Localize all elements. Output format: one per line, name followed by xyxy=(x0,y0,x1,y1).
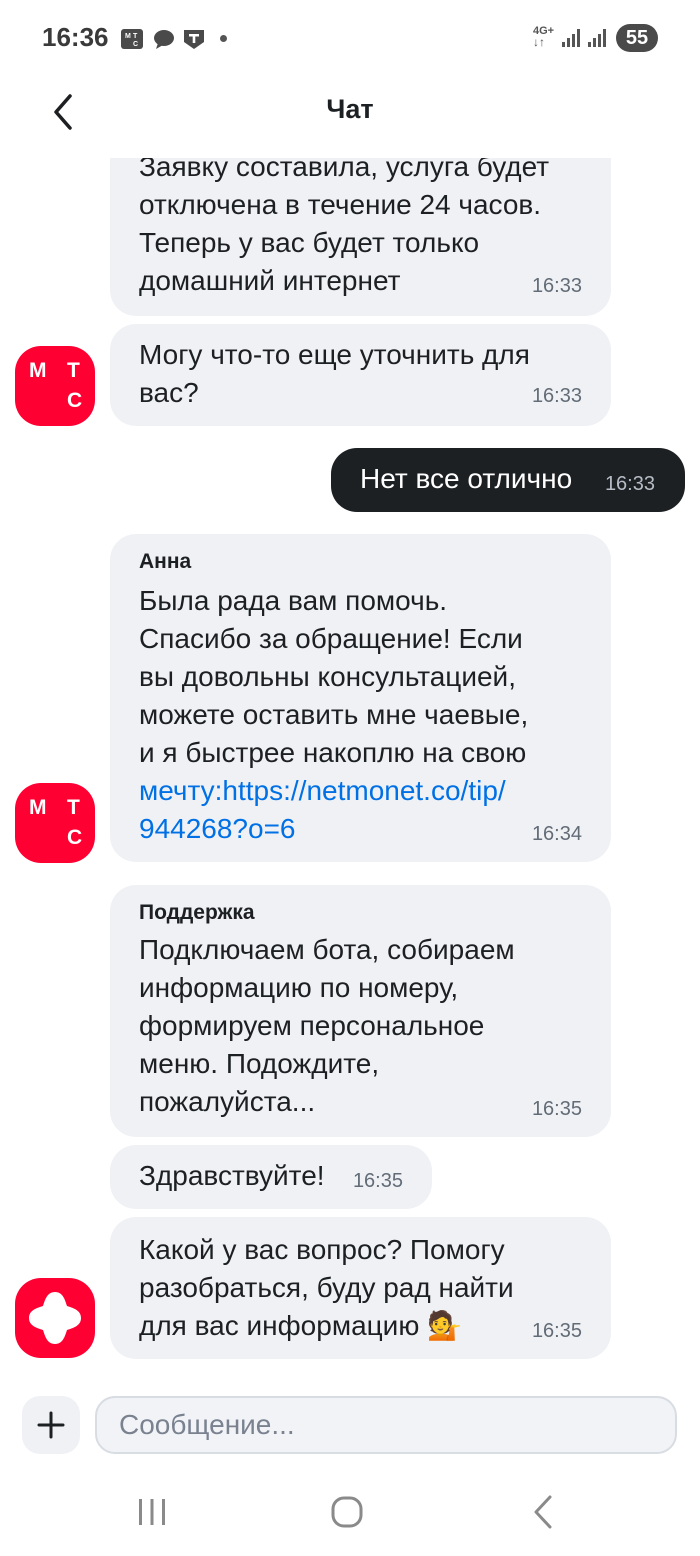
mts-avatar: М Т С xyxy=(15,783,95,863)
chat-header: Чат xyxy=(0,78,700,158)
t-bank-icon xyxy=(184,30,204,49)
message-text-line: разобраться, буду рад найти xyxy=(139,1272,514,1303)
system-navigation-bar xyxy=(0,1470,700,1556)
message-time: 16:34 xyxy=(531,823,582,845)
message-text-line: для вас информацию 💁 xyxy=(139,1310,462,1341)
message-text-line: Была рада вам помочь. xyxy=(139,585,448,616)
tip-link-continued[interactable]: 944268?o=6 xyxy=(139,810,528,848)
network-type: 4G+ ↓↑ xyxy=(533,25,555,49)
message-bubble-incoming[interactable]: Здравствуйте! 16:35 xyxy=(110,1145,432,1209)
svg-text:М: М xyxy=(125,33,131,40)
message-text-line: формируем персональное xyxy=(139,1010,485,1041)
message-input[interactable] xyxy=(95,1396,677,1454)
svg-text:Т: Т xyxy=(133,33,138,40)
chat-bubble-icon xyxy=(154,30,174,49)
message-text-line: вы довольны консультацией, xyxy=(139,661,516,692)
message-text: Здравствуйте! xyxy=(139,1160,325,1191)
message-text-line: Могу что-то еще уточнить для xyxy=(139,339,530,370)
message-text-line: Заявку составила, услуга будет xyxy=(139,158,550,182)
svg-text:С: С xyxy=(133,41,138,48)
message-text-line: домашний интернет xyxy=(139,265,401,296)
battery-indicator: 55 xyxy=(616,24,658,52)
message-bubble-incoming[interactable]: Поддержка Подключаем бота, собираем инфо… xyxy=(110,885,611,1137)
tip-link[interactable]: мечту:https://netmonet.co/tip/ xyxy=(139,772,528,810)
message-text-line: и я быстрее накоплю на свою xyxy=(139,737,527,768)
message-text-line: Спасибо за обращение! Если xyxy=(139,623,523,654)
message-compose-bar xyxy=(0,1380,700,1470)
message-time: 16:35 xyxy=(531,1320,582,1342)
status-bar: 16:36 М Т С 4G+ ↓↑ 55 xyxy=(0,0,700,78)
attach-button[interactable] xyxy=(22,1396,80,1454)
chat-message-list[interactable]: Заявку составила, услуга будет отключена… xyxy=(0,158,700,1380)
message-bubble-outgoing[interactable]: Нет все отлично 16:33 xyxy=(331,448,685,512)
status-time: 16:36 xyxy=(42,22,109,52)
page-title: Чат xyxy=(326,94,374,124)
message-bubble-incoming[interactable]: Какой у вас вопрос? Помогу разобраться, … xyxy=(110,1217,611,1359)
sparkle-bot-icon xyxy=(29,1292,81,1344)
message-text-line: отключена в течение 24 часов. xyxy=(139,189,542,220)
message-time: 16:33 xyxy=(531,385,582,407)
message-text-line: пожалуйста... xyxy=(139,1086,316,1117)
message-text-line: меню. Подождите, xyxy=(139,1048,380,1079)
message-bubble-incoming[interactable]: Заявку составила, услуга будет отключена… xyxy=(110,158,611,316)
mts-avatar: М Т С xyxy=(15,346,95,426)
sender-name: Поддержка xyxy=(139,901,255,924)
message-text-line: Теперь у вас будет только xyxy=(139,227,480,258)
mts-bot-avatar xyxy=(15,1278,95,1358)
message-text-line: информацию по номеру, xyxy=(139,972,459,1003)
plus-icon xyxy=(37,1411,65,1439)
signal-icon-2 xyxy=(588,29,606,47)
message-time: 16:35 xyxy=(352,1170,403,1192)
sender-name: Анна xyxy=(139,550,192,573)
message-text-line: Подключаем бота, собираем xyxy=(139,934,515,965)
message-time: 16:35 xyxy=(531,1098,582,1120)
message-text-line: вас? xyxy=(139,377,199,408)
message-bubble-incoming[interactable]: Могу что-то еще уточнить для вас? 16:33 xyxy=(110,324,611,426)
message-time: 16:33 xyxy=(531,275,582,297)
recent-apps-icon[interactable] xyxy=(130,1492,174,1532)
message-time: 16:33 xyxy=(604,473,655,495)
message-bubble-incoming[interactable]: Анна Была рада вам помочь. Спасибо за об… xyxy=(110,534,611,862)
message-text-line: Какой у вас вопрос? Помогу xyxy=(139,1234,505,1265)
back-icon[interactable] xyxy=(522,1492,566,1532)
message-text-line: можете оставить мне чаевые, xyxy=(139,699,529,730)
signal-icon xyxy=(562,29,580,47)
home-icon[interactable] xyxy=(325,1492,369,1532)
mts-notification-icon: М Т С xyxy=(121,29,143,49)
message-text: Нет все отлично xyxy=(360,463,573,494)
notification-dot-icon xyxy=(220,35,227,42)
